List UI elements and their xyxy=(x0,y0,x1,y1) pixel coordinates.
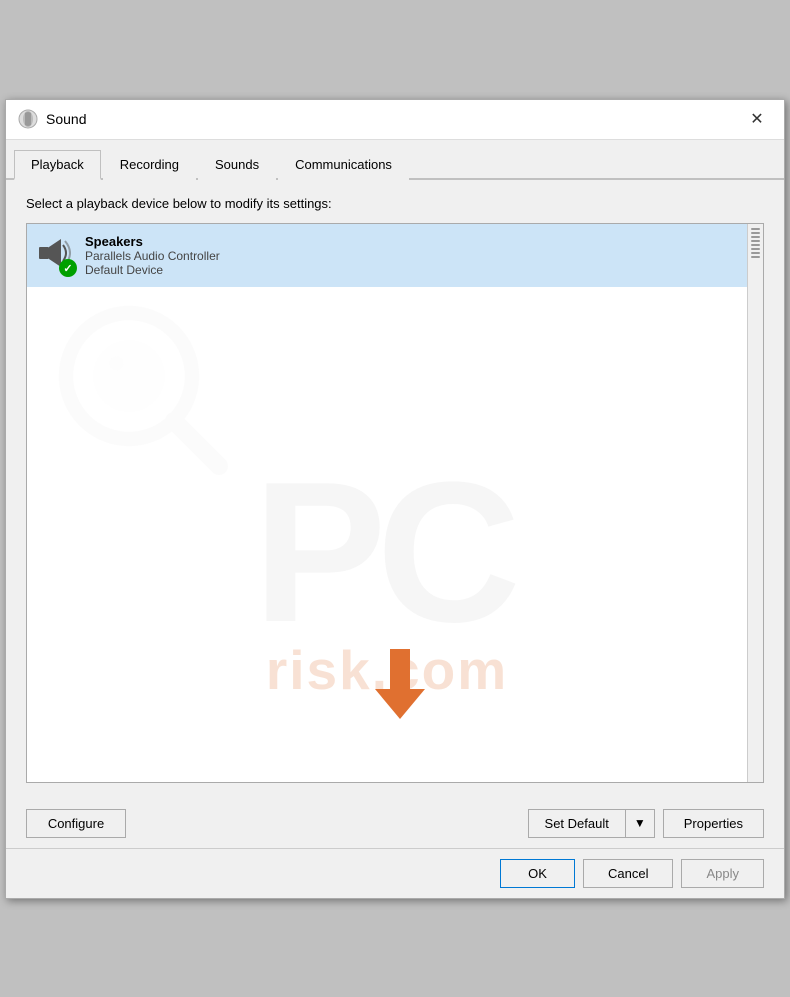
properties-button[interactable]: Properties xyxy=(663,809,764,838)
ok-button[interactable]: OK xyxy=(500,859,575,888)
tab-playback[interactable]: Playback xyxy=(14,150,101,180)
right-buttons: Set Default ▼ Properties xyxy=(528,809,764,838)
cancel-button[interactable]: Cancel xyxy=(583,859,673,888)
scrollbar-thumb xyxy=(748,224,763,262)
device-item-speakers[interactable]: ✓ Speakers Parallels Audio Controller De… xyxy=(27,224,763,287)
set-default-dropdown-button[interactable]: ▼ xyxy=(625,809,655,838)
title-bar: Sound ✕ xyxy=(6,100,784,140)
tab-content: Select a playback device below to modify… xyxy=(6,180,784,799)
device-info: Speakers Parallels Audio Controller Defa… xyxy=(85,234,755,277)
device-subtitle1: Parallels Audio Controller xyxy=(85,249,755,263)
device-subtitle2: Default Device xyxy=(85,263,755,277)
description-text: Select a playback device below to modify… xyxy=(26,196,764,211)
device-name: Speakers xyxy=(85,234,755,249)
sound-dialog: Sound ✕ Playback Recording Sounds Commun… xyxy=(5,99,785,899)
apply-button[interactable]: Apply xyxy=(681,859,764,888)
default-check-icon: ✓ xyxy=(59,259,77,277)
close-button[interactable]: ✕ xyxy=(742,107,772,131)
tab-sounds[interactable]: Sounds xyxy=(198,150,276,180)
tab-recording[interactable]: Recording xyxy=(103,150,196,180)
window-icon xyxy=(18,109,38,129)
tab-communications[interactable]: Communications xyxy=(278,150,409,180)
action-buttons: Configure Set Default ▼ Properties xyxy=(6,799,784,848)
device-list[interactable]: ✓ Speakers Parallels Audio Controller De… xyxy=(26,223,764,783)
set-default-button[interactable]: Set Default xyxy=(528,809,625,838)
tab-bar: Playback Recording Sounds Communications xyxy=(6,140,784,180)
set-default-wrapper: Set Default ▼ xyxy=(528,809,655,838)
scrollbar[interactable] xyxy=(747,224,763,782)
arrow-down-indicator xyxy=(375,649,425,722)
configure-button[interactable]: Configure xyxy=(26,809,126,838)
footer: OK Cancel Apply xyxy=(6,848,784,898)
window-title: Sound xyxy=(46,111,742,127)
device-icon-wrapper: ✓ xyxy=(35,235,75,275)
